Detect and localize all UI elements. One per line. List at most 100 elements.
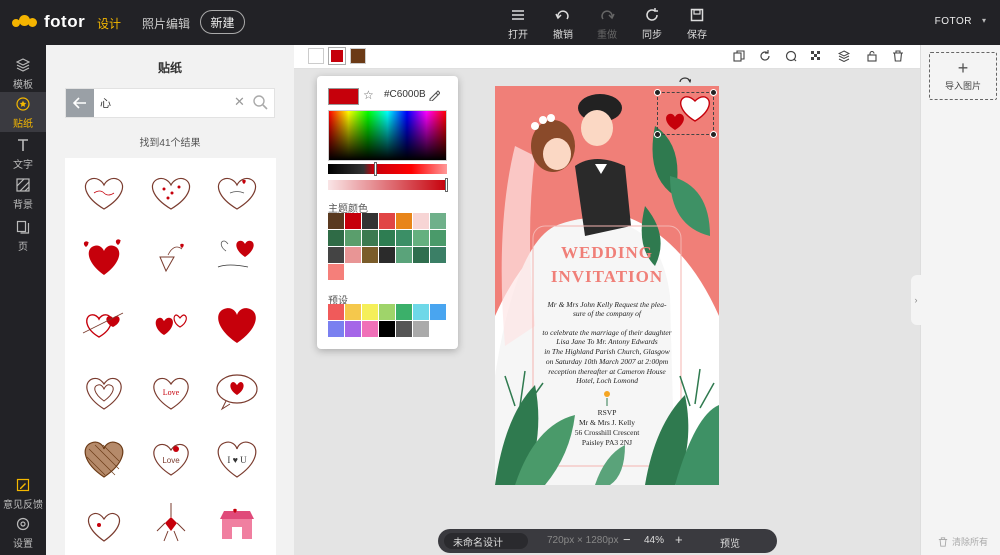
clear-all-button[interactable]: 清除所有 (938, 535, 988, 548)
alpha-slider[interactable] (328, 178, 448, 192)
hex-value[interactable]: #C6000B (384, 89, 426, 100)
star-icon[interactable]: ☆ (363, 88, 374, 102)
sticker-hearts-arrow[interactable] (74, 296, 134, 350)
palette-color-swatch[interactable] (328, 247, 344, 263)
back-button[interactable] (66, 89, 94, 117)
palette-color-swatch[interactable] (362, 321, 378, 337)
card-text-line4[interactable]: Lisa Jane To Mr. Antony Edwards (495, 337, 719, 346)
card-rsvp-name[interactable]: Mr & Mrs J. Kelly (495, 418, 719, 427)
rotate-handle-icon[interactable] (679, 75, 692, 89)
import-image-button[interactable]: + 导入图片 (929, 52, 997, 100)
resize-handle-br[interactable] (710, 131, 717, 138)
zoom-in-button[interactable]: + (675, 532, 683, 547)
card-text-line1[interactable]: Mr & Mrs John Kelly Request the plea- (495, 300, 719, 309)
sync-button[interactable]: 同步 (634, 8, 670, 41)
flip-icon[interactable] (784, 49, 798, 63)
sticker-heart-swirl[interactable] (74, 496, 134, 550)
palette-color-swatch[interactable] (345, 230, 361, 246)
palette-color-swatch[interactable] (328, 321, 344, 337)
color-swatch-red[interactable] (328, 47, 346, 65)
card-text-line7[interactable]: reception thereafter at Cameron House (495, 367, 719, 376)
palette-color-swatch[interactable] (379, 321, 395, 337)
rotate-icon[interactable] (758, 49, 772, 63)
sticker-heart-hatched[interactable] (74, 430, 134, 484)
card-title-wedding[interactable]: WEDDING (495, 243, 719, 263)
resize-handle-bl[interactable] (654, 131, 661, 138)
card-text-line5[interactable]: in The Highland Parish Church, Glasgow (495, 347, 719, 356)
sticker-heart-dots[interactable] (141, 166, 201, 220)
resize-handle-tr[interactable] (710, 89, 717, 96)
card-text-line6[interactable]: on Saturday 10th March 2007 at 2:00pm (495, 357, 719, 366)
fotor-logo[interactable]: fotor (12, 12, 85, 32)
palette-color-swatch[interactable] (396, 321, 412, 337)
sticker-hearts-pair[interactable] (141, 296, 201, 350)
open-button[interactable]: 打开 (500, 8, 536, 41)
redo-button[interactable]: 重做 (589, 8, 625, 41)
duplicate-icon[interactable] (732, 49, 746, 63)
hue-slider[interactable] (328, 162, 447, 176)
zoom-out-button[interactable]: − (623, 532, 631, 547)
card-rsvp-street[interactable]: 56 Crosshill Crescent (495, 428, 719, 437)
sticker-hanging-heart[interactable] (141, 496, 201, 550)
new-button[interactable]: 新建 (200, 10, 245, 34)
rail-stickers[interactable]: 贴纸 (0, 92, 46, 132)
layers-order-icon[interactable] (837, 49, 851, 63)
rail-templates[interactable]: 模板 (0, 53, 46, 93)
palette-color-swatch[interactable] (362, 247, 378, 263)
palette-color-swatch[interactable] (328, 230, 344, 246)
palette-color-swatch[interactable] (328, 304, 344, 320)
eyedropper-icon[interactable] (428, 89, 441, 104)
card-title-invitation[interactable]: INVITATION (495, 267, 719, 287)
hue-slider-thumb[interactable] (374, 162, 377, 176)
sticker-heart-spiral[interactable] (74, 364, 134, 418)
sticker-i-love-you-heart[interactable] (207, 230, 267, 284)
palette-color-swatch[interactable] (362, 213, 378, 229)
sticker-heart-balloon[interactable] (141, 230, 201, 284)
transparency-icon[interactable] (809, 49, 823, 63)
color-swatch-brown[interactable] (350, 48, 366, 64)
sticker-speech-heart[interactable] (207, 364, 267, 418)
card-rsvp-city[interactable]: Paisley PA3 2NJ (495, 438, 719, 447)
palette-color-swatch[interactable] (328, 213, 344, 229)
search-icon[interactable] (252, 94, 268, 113)
rail-pages[interactable]: 页 (0, 215, 46, 255)
undo-button[interactable]: 撤销 (545, 8, 581, 41)
sticker-heart-shop[interactable] (207, 496, 267, 550)
palette-color-swatch[interactable] (396, 213, 412, 229)
sticker-love-heart-badge[interactable]: Love (141, 364, 201, 418)
nav-photo-edit[interactable]: 照片编辑 (142, 15, 190, 32)
saturation-value-field[interactable] (328, 110, 447, 161)
palette-color-swatch[interactable] (413, 321, 429, 337)
trash-icon[interactable] (891, 49, 905, 63)
card-text-line2[interactable]: sure of the company of (495, 309, 719, 318)
preview-button[interactable]: 预览 (720, 535, 740, 550)
lock-icon[interactable] (865, 49, 879, 63)
palette-color-swatch[interactable] (345, 247, 361, 263)
palette-color-swatch[interactable] (379, 247, 395, 263)
palette-color-swatch[interactable] (362, 304, 378, 320)
sticker-love-bubble[interactable]: Love (141, 430, 201, 484)
palette-color-swatch[interactable] (345, 213, 361, 229)
nav-design[interactable]: 设计 (97, 15, 121, 32)
palette-color-swatch[interactable] (396, 304, 412, 320)
palette-color-swatch[interactable] (413, 230, 429, 246)
palette-color-swatch[interactable] (413, 213, 429, 229)
palette-color-swatch[interactable] (413, 247, 429, 263)
collapse-panel-toggle[interactable]: › (911, 275, 921, 325)
document-name[interactable]: 未命名设计 (444, 533, 528, 549)
palette-color-swatch[interactable] (430, 304, 446, 320)
card-text-line3[interactable]: to celebrate the marriage of their daugh… (495, 328, 719, 337)
palette-color-swatch[interactable] (379, 213, 395, 229)
palette-color-swatch[interactable] (430, 213, 446, 229)
palette-color-swatch[interactable] (345, 304, 361, 320)
palette-color-swatch[interactable] (362, 230, 378, 246)
palette-color-swatch[interactable] (345, 321, 361, 337)
palette-color-swatch[interactable] (430, 230, 446, 246)
save-button[interactable]: 保存 (679, 8, 715, 41)
rail-feedback[interactable]: 意见反馈 (0, 473, 46, 513)
rail-background[interactable]: 背景 (0, 173, 46, 213)
sticker-heart-sketch-love[interactable] (74, 166, 134, 220)
palette-color-swatch[interactable] (413, 304, 429, 320)
color-swatch-white[interactable] (308, 48, 324, 64)
search-input[interactable] (100, 94, 230, 112)
